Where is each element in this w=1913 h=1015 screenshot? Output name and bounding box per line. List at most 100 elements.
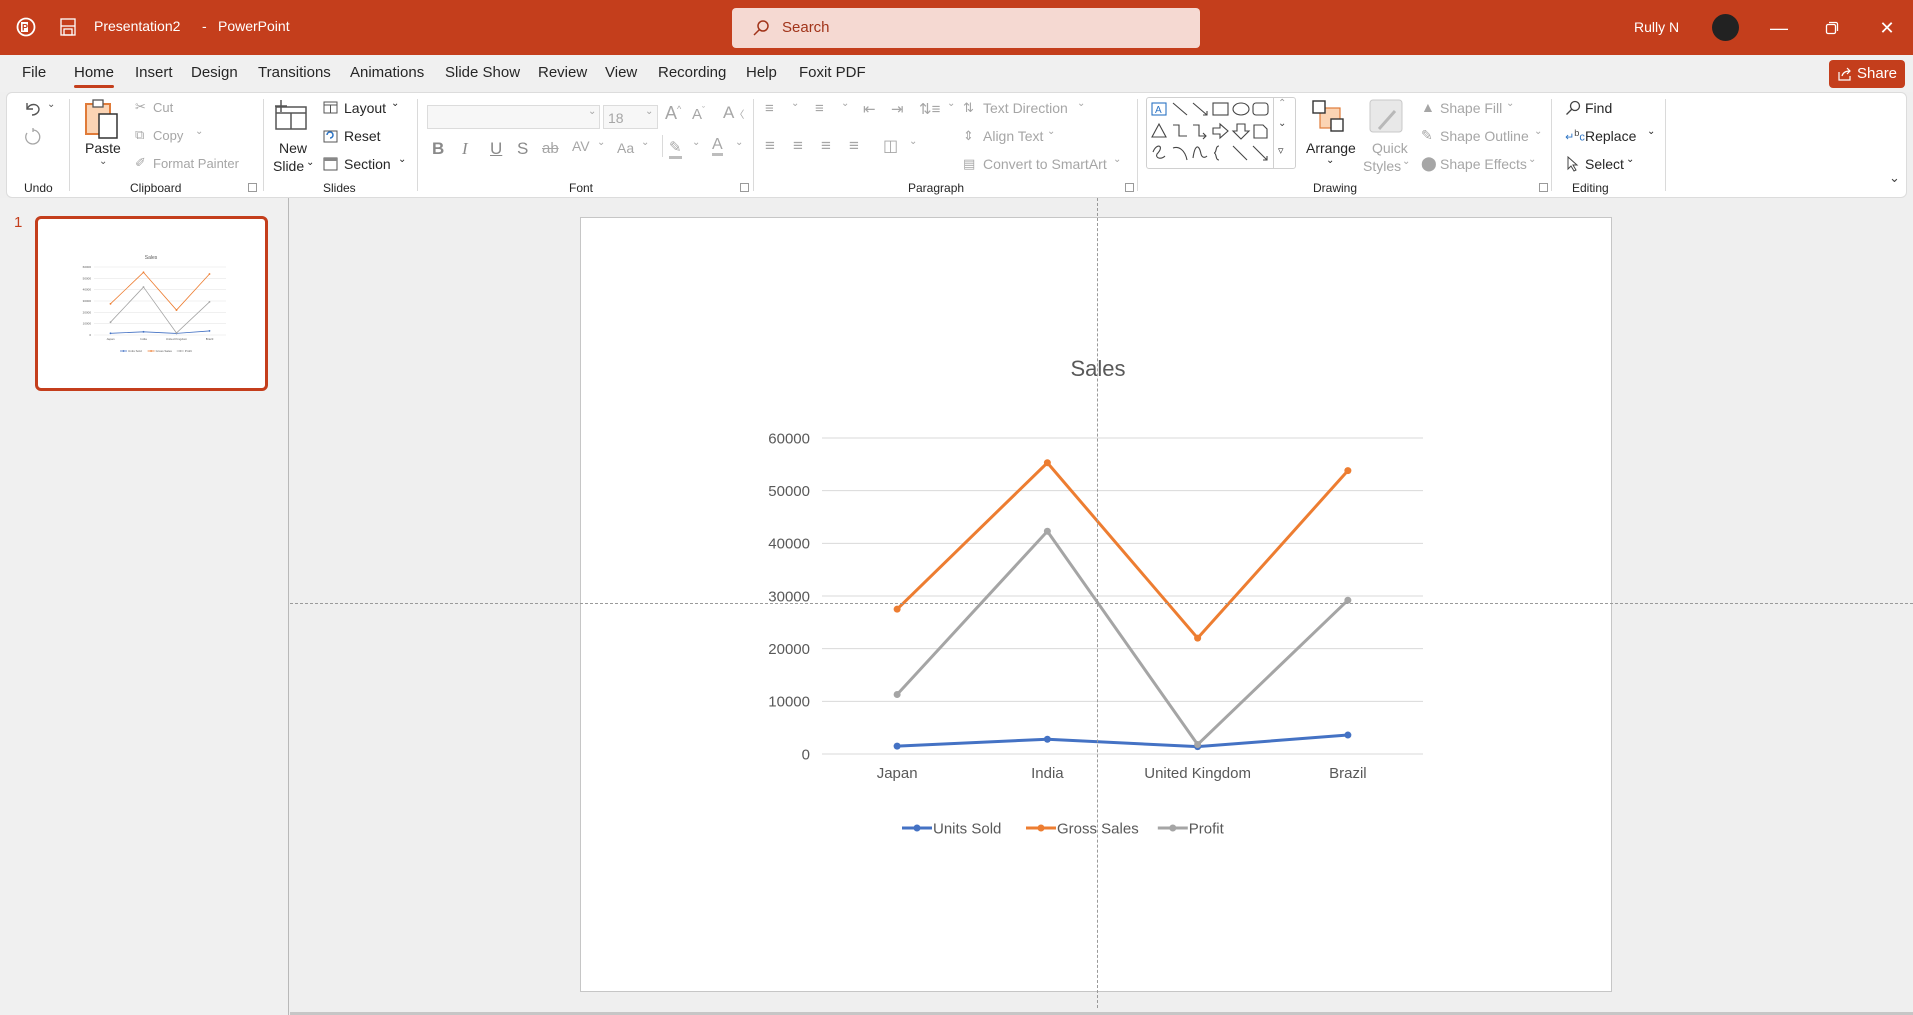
tab-design[interactable]: Design <box>191 64 238 81</box>
justify-button[interactable]: ≡ <box>849 136 859 156</box>
copy-button[interactable]: Copy <box>153 128 183 143</box>
user-avatar[interactable] <box>1712 14 1739 41</box>
decrease-indent-button[interactable]: ⇤ <box>863 100 876 118</box>
data-point[interactable] <box>208 273 211 275</box>
data-point[interactable] <box>109 321 112 324</box>
decrease-font-size-button[interactable]: Aˇ <box>692 105 705 123</box>
data-point[interactable] <box>109 332 112 335</box>
data-point[interactable] <box>208 330 211 332</box>
increase-font-size-button[interactable]: A^ <box>665 103 681 124</box>
quick-styles-label-1[interactable]: Quick <box>1372 140 1408 156</box>
undo-icon[interactable] <box>23 100 43 118</box>
shapes-gallery[interactable]: A ⌃ ⌄ ▿ <box>1146 97 1296 169</box>
shape-outline-dropdown-icon[interactable]: ⌄ <box>1534 126 1542 137</box>
collapse-ribbon-icon[interactable]: ⌄ <box>1889 170 1900 186</box>
data-point[interactable] <box>1043 735 1051 743</box>
data-point[interactable] <box>1194 634 1202 642</box>
quick-styles-label-2[interactable]: Styles <box>1363 158 1401 174</box>
format-painter-button[interactable]: Format Painter <box>153 156 239 171</box>
bullets-button[interactable]: ≡ <box>765 100 774 117</box>
data-point[interactable] <box>1344 467 1352 475</box>
increase-indent-button[interactable]: ⇥ <box>891 100 904 118</box>
tab-recording[interactable]: Recording <box>658 64 726 81</box>
columns-button[interactable]: ◫ <box>883 136 898 156</box>
paste-button[interactable]: Paste <box>85 140 121 156</box>
slide-thumbnail[interactable]: Sales 0 10000 20000 30000 40000 50000 60000 Japa… <box>35 216 268 391</box>
tab-home[interactable]: Home <box>74 64 115 88</box>
series-line-units-sold[interactable] <box>110 330 210 334</box>
text-shadow-button[interactable]: S <box>517 139 528 159</box>
replace-dropdown-icon[interactable]: ⌄ <box>1647 126 1655 137</box>
undo-dropdown-icon[interactable]: ⌄ <box>47 99 55 110</box>
align-text-button[interactable]: Align Text <box>983 128 1043 144</box>
font-size-select[interactable]: 18 ⌄ <box>603 105 658 129</box>
line-spacing-dropdown-icon[interactable]: ⌄ <box>947 98 955 109</box>
arrange-icon[interactable] <box>1311 99 1345 133</box>
quick-styles-icon[interactable] <box>1369 99 1403 133</box>
gallery-scroll-up-icon[interactable]: ⌃ <box>1278 98 1286 109</box>
text-direction-dropdown-icon[interactable]: ⌄ <box>1077 98 1085 109</box>
shape-fill-button[interactable]: Shape Fill <box>1440 100 1502 116</box>
highlight-color-button[interactable]: ✎ <box>669 138 682 159</box>
data-point[interactable] <box>1344 731 1352 739</box>
data-point[interactable] <box>893 605 901 613</box>
tab-view[interactable]: View <box>605 64 637 81</box>
shape-fill-dropdown-icon[interactable]: ⌄ <box>1506 98 1514 109</box>
save-icon[interactable] <box>60 18 76 36</box>
highlight-dropdown-icon[interactable]: ⌄ <box>692 137 700 148</box>
data-point[interactable] <box>1043 527 1051 535</box>
font-name-select[interactable]: ⌄ <box>427 105 600 129</box>
drawing-dialog-launcher[interactable] <box>1539 183 1548 192</box>
italic-button[interactable]: I <box>462 139 468 159</box>
tab-review[interactable]: Review <box>538 64 587 81</box>
select-button[interactable]: Select <box>1585 156 1624 172</box>
align-right-button[interactable]: ≡ <box>821 136 831 156</box>
replace-button[interactable]: Replace <box>1585 128 1636 144</box>
data-point[interactable] <box>142 271 145 274</box>
search-box[interactable]: Search <box>732 8 1200 48</box>
tab-animations[interactable]: Animations <box>350 64 424 81</box>
layout-button[interactable]: Layout <box>344 100 386 116</box>
paste-icon[interactable] <box>83 98 123 140</box>
restore-button[interactable] <box>1818 14 1846 42</box>
underline-button[interactable]: U <box>490 139 502 159</box>
slide-canvas[interactable]: 0 10000 20000 30000 40000 50000 60000 Japan Ind… <box>580 217 1612 992</box>
redo-icon[interactable] <box>23 127 43 147</box>
horizontal-guide[interactable] <box>290 603 1913 604</box>
series-line-gross-sales[interactable] <box>110 271 210 311</box>
shape-effects-button[interactable]: Shape Effects <box>1440 156 1527 172</box>
align-text-dropdown-icon[interactable]: ⌄ <box>1047 126 1055 137</box>
cut-button[interactable]: Cut <box>153 100 173 115</box>
strikethrough-button[interactable]: ab <box>542 140 559 157</box>
data-point[interactable] <box>175 309 178 311</box>
series-line-units-sold[interactable] <box>897 733 1348 749</box>
text-direction-button[interactable]: Text Direction <box>983 100 1068 116</box>
new-slide-icon[interactable] <box>273 99 309 131</box>
numbering-dropdown-icon[interactable]: ⌄ <box>841 98 849 109</box>
data-point[interactable] <box>109 302 112 305</box>
change-case-button[interactable]: Aa <box>617 140 634 156</box>
find-button[interactable]: Find <box>1585 100 1612 116</box>
new-slide-dropdown-icon[interactable]: ⌄ <box>306 157 314 168</box>
bullets-dropdown-icon[interactable]: ⌄ <box>791 98 799 109</box>
arrange-dropdown-icon[interactable]: ⌄ <box>1326 155 1334 166</box>
data-point[interactable] <box>1194 741 1202 749</box>
clear-formatting-button[interactable]: A〈 <box>723 103 744 123</box>
font-color-dropdown-icon[interactable]: ⌄ <box>735 137 743 148</box>
numbering-button[interactable]: ≡ <box>815 100 824 117</box>
line-spacing-button[interactable]: ⇅≡ <box>919 100 940 118</box>
new-slide-label-2[interactable]: Slide <box>273 158 304 174</box>
shape-outline-button[interactable]: Shape Outline <box>1440 128 1529 144</box>
character-spacing-dropdown-icon[interactable]: ⌄ <box>597 137 605 148</box>
select-dropdown-icon[interactable]: ⌄ <box>1626 154 1634 165</box>
font-dialog-launcher[interactable] <box>740 183 749 192</box>
data-point[interactable] <box>893 742 901 750</box>
tab-foxit-pdf[interactable]: Foxit PDF <box>799 64 866 81</box>
paste-dropdown-icon[interactable]: ⌄ <box>99 156 107 167</box>
tab-slide-show[interactable]: Slide Show <box>445 64 520 81</box>
character-spacing-button[interactable]: AV <box>572 138 590 154</box>
bold-button[interactable]: B <box>432 139 444 159</box>
series-line-profit[interactable] <box>896 529 1349 747</box>
series-line-gross-sales[interactable] <box>896 461 1349 640</box>
data-point[interactable] <box>142 286 145 288</box>
